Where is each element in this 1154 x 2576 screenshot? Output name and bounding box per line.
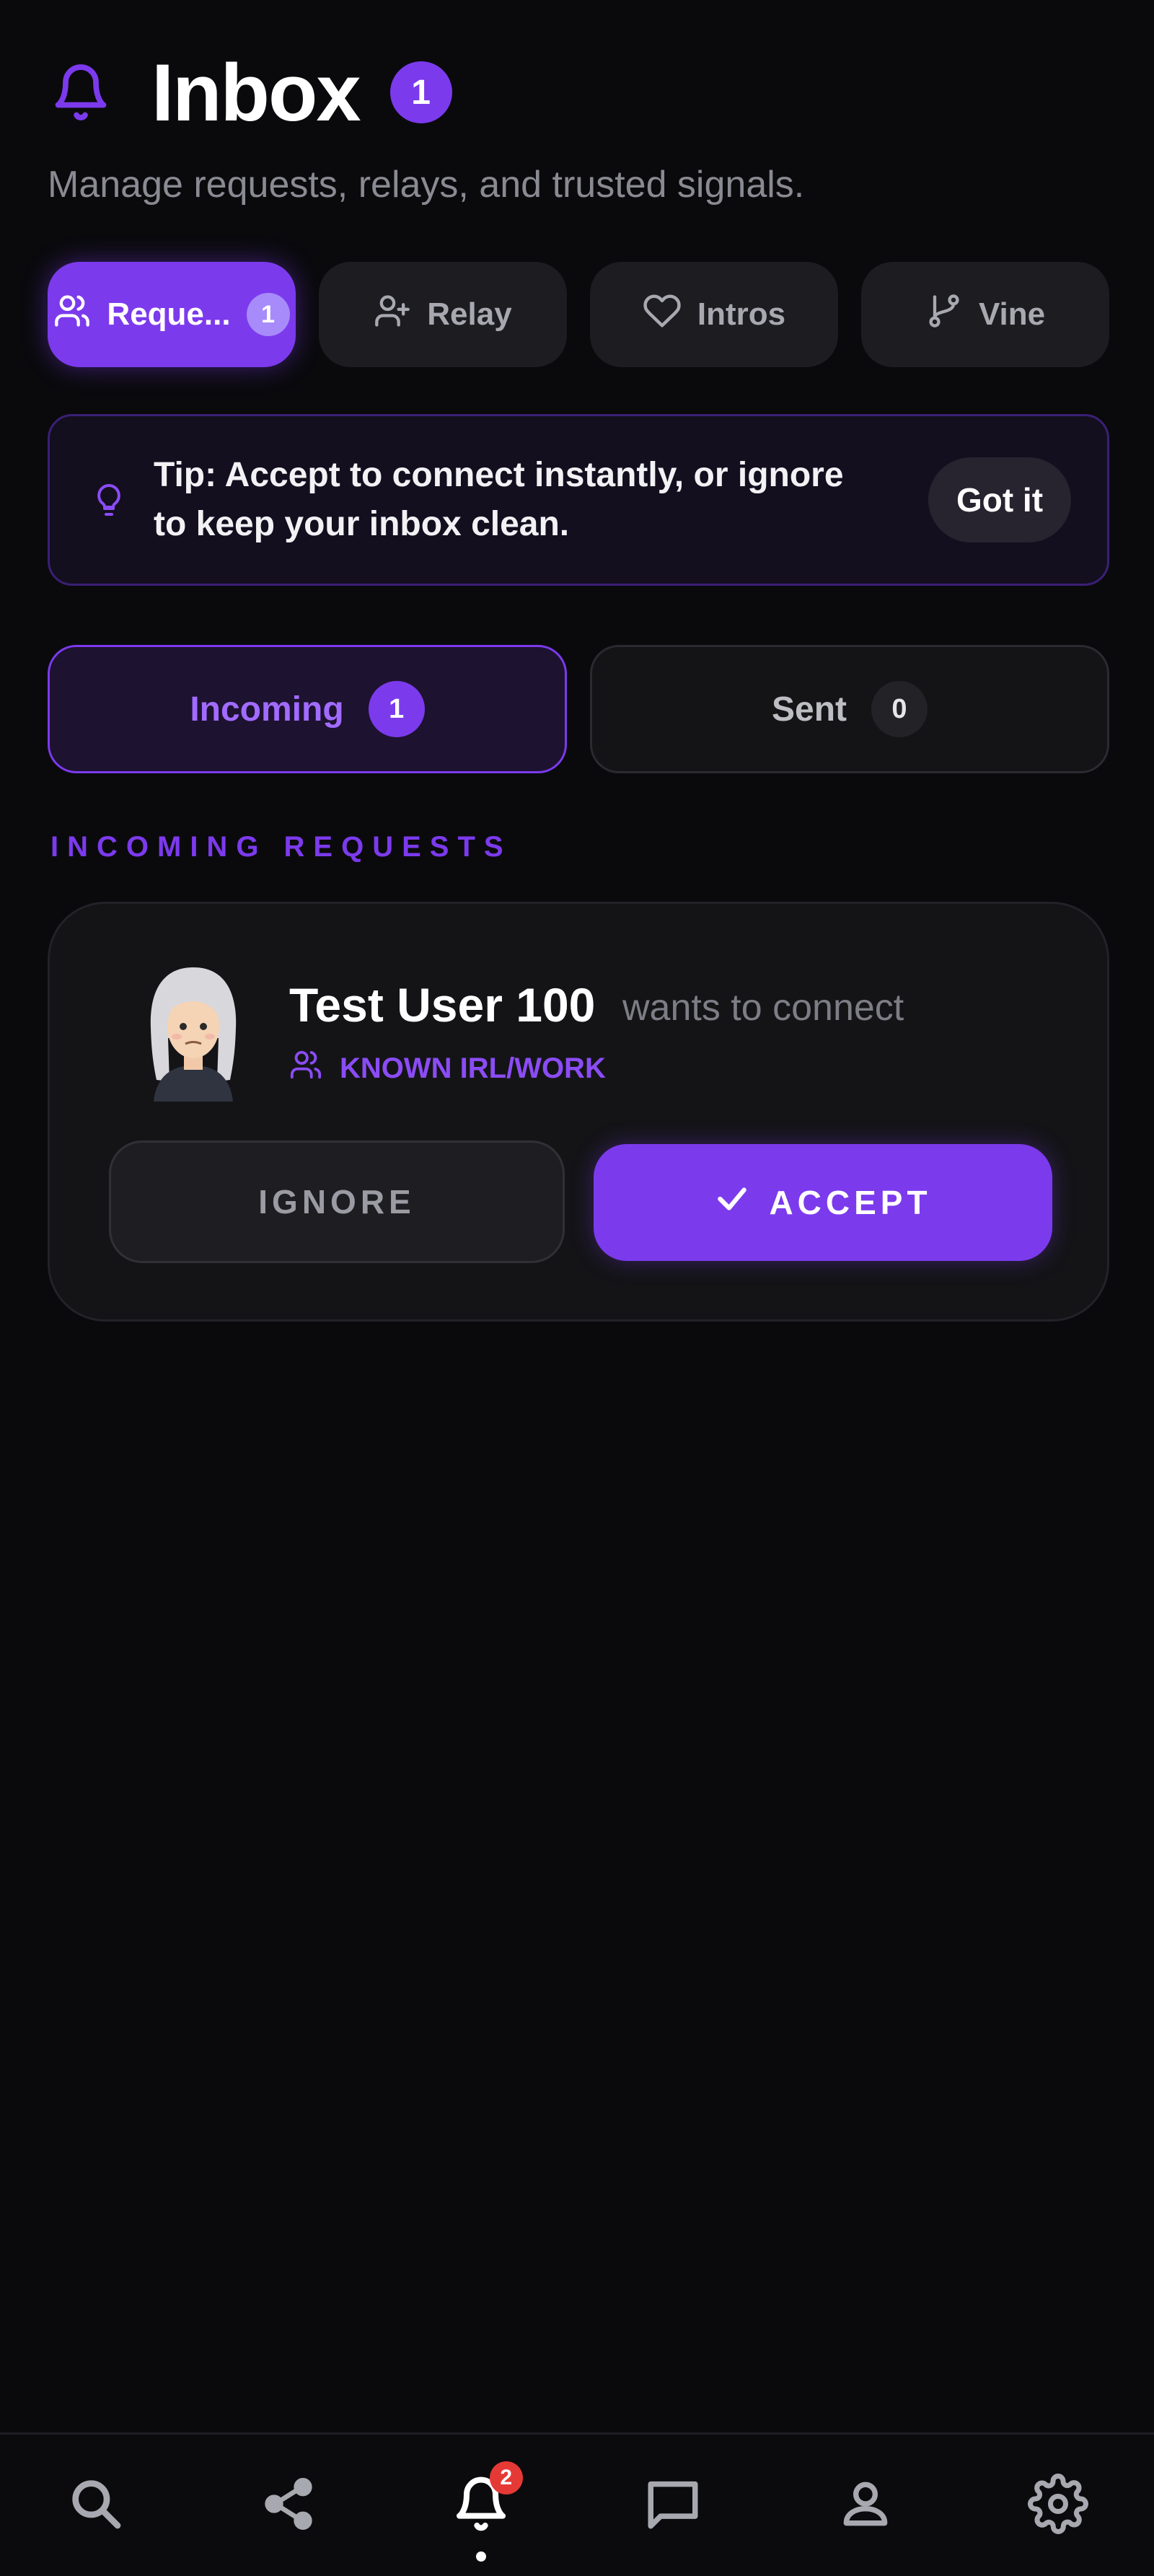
ignore-label: IGNORE xyxy=(258,1183,415,1221)
avatar[interactable] xyxy=(125,957,262,1102)
nav-settings[interactable] xyxy=(961,2434,1154,2576)
check-icon xyxy=(714,1181,750,1225)
people-icon xyxy=(289,1048,322,1089)
person-icon xyxy=(837,2475,894,2536)
tab-label: Relay xyxy=(427,296,512,332)
title-count-badge: 1 xyxy=(389,61,452,123)
tab-count-badge: 1 xyxy=(246,293,290,336)
section-label: INCOMING REQUESTS xyxy=(50,831,512,863)
bottom-nav: 2 xyxy=(0,2432,1154,2576)
lightbulb-icon xyxy=(89,478,129,522)
ignore-button[interactable]: IGNORE xyxy=(109,1140,565,1263)
notification-badge: 2 xyxy=(489,2461,523,2494)
tab-label: Intros xyxy=(697,296,786,332)
nav-notifications[interactable]: 2 xyxy=(384,2434,577,2576)
active-indicator xyxy=(475,2551,486,2562)
relationship-tag: KNOWN IRL/WORK xyxy=(289,1048,606,1089)
top-tabs: Reque... 1 Relay Intros Vine xyxy=(48,262,1109,367)
people-icon xyxy=(53,292,91,338)
heart-icon xyxy=(643,291,682,338)
nav-search[interactable] xyxy=(0,2434,193,2576)
request-direction-toggle: Incoming 1 Sent 0 xyxy=(48,645,1109,773)
nav-profile[interactable] xyxy=(770,2434,962,2576)
tab-intros[interactable]: Intros xyxy=(590,262,838,367)
request-card: Test User 100 wants to connect KNOWN IRL… xyxy=(48,902,1109,1322)
segment-label: Incoming xyxy=(190,690,344,729)
sent-count-badge: 0 xyxy=(871,681,928,737)
tip-banner: Tip: Accept to connect instantly, or ign… xyxy=(48,414,1109,586)
page-title: Inbox xyxy=(151,47,361,138)
relationship-label: KNOWN IRL/WORK xyxy=(340,1052,606,1084)
segment-label: Sent xyxy=(771,690,847,729)
nav-messages[interactable] xyxy=(577,2434,770,2576)
segment-incoming[interactable]: Incoming 1 xyxy=(48,645,567,773)
nav-share[interactable] xyxy=(193,2434,385,2576)
tab-label: Vine xyxy=(978,296,1046,332)
accept-button[interactable]: ACCEPT xyxy=(594,1144,1052,1261)
search-icon xyxy=(67,2475,125,2536)
tab-relay[interactable]: Relay xyxy=(319,262,567,367)
branch-icon xyxy=(925,292,963,338)
incoming-count-badge: 1 xyxy=(368,681,425,737)
user-plus-icon xyxy=(374,292,411,338)
requester-name[interactable]: Test User 100 xyxy=(289,977,595,1032)
inbox-screen: Inbox 1 Manage requests, relays, and tru… xyxy=(0,0,1154,2576)
share-icon xyxy=(260,2475,317,2536)
bell-icon xyxy=(48,56,114,128)
tab-label: Reque... xyxy=(107,296,231,332)
chat-icon xyxy=(643,2474,702,2537)
segment-sent[interactable]: Sent 0 xyxy=(590,645,1109,773)
page-header: Inbox 1 xyxy=(48,47,452,138)
tab-vine[interactable]: Vine xyxy=(861,262,1109,367)
tab-requests[interactable]: Reque... 1 xyxy=(48,262,296,367)
request-action-text: wants to connect xyxy=(622,987,904,1029)
got-it-button[interactable]: Got it xyxy=(928,457,1071,542)
gear-icon xyxy=(1027,2473,1088,2538)
accept-label: ACCEPT xyxy=(769,1184,932,1221)
tip-text: Tip: Accept to connect instantly, or ign… xyxy=(154,456,844,543)
page-subtitle: Manage requests, relays, and trusted sig… xyxy=(48,164,805,206)
